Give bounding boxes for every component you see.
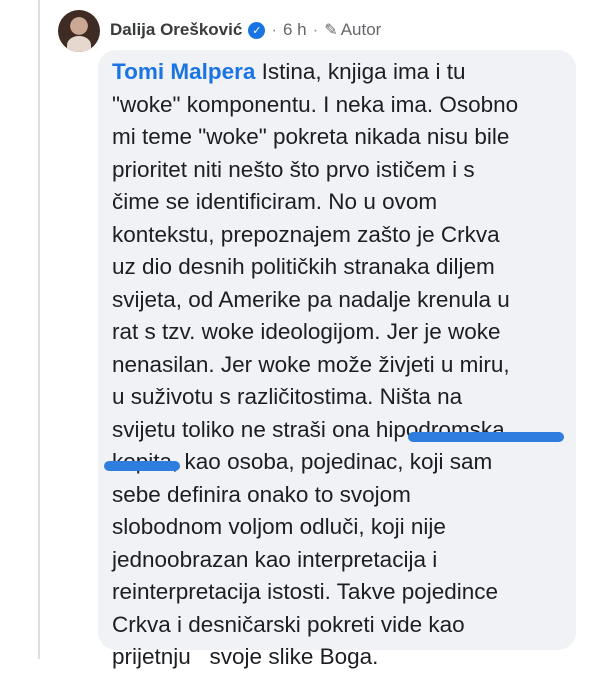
- comment-line: Tomi Malpera Istina, knjiga ima i tu: [112, 56, 570, 89]
- comment-line: svijeta, od Amerike pa nadalje krenula u: [112, 286, 510, 312]
- separator: ·: [271, 20, 277, 39]
- comment-line: mi teme "woke" pokreta nikada nisu bile: [112, 124, 510, 149]
- comment-line: reinterpretacija istosti. Takve pojedinc…: [112, 579, 499, 604]
- comment-card: Dalija Orešković ✓ · 6 h · ✎ Autor Tomi …: [0, 0, 590, 669]
- author-badge-label: Autor: [340, 20, 382, 39]
- mention-link[interactable]: Tomi Malpera: [112, 59, 255, 84]
- thread-line: [38, 0, 40, 659]
- comment-line: prioritet niti nešto što prvo ističem i …: [112, 156, 475, 182]
- comment-line: jednoobrazan kao interpretacija i: [112, 546, 438, 572]
- author-name[interactable]: Dalija Orešković: [110, 20, 242, 40]
- comment-line: kopita, kao osoba, pojedinac, koji sam: [112, 449, 493, 474]
- comment-header: Dalija Orešković ✓ · 6 h · ✎ Autor: [110, 18, 381, 42]
- separator: ·: [312, 20, 319, 39]
- comment-line-text: Istina, knjiga ima i tu: [255, 59, 466, 84]
- author-badge: ✎ Autor: [324, 20, 381, 40]
- verified-check-icon: ✓: [248, 21, 266, 39]
- comment-line: prijetnju svoje slike Boga.: [112, 644, 379, 669]
- comment-line: u suživotu s različitostima. Ništa na: [112, 384, 463, 409]
- comment-line: uz dio desnih političkih stranaka diljem: [112, 254, 495, 279]
- comment-line: sebe definira onako to svojom: [112, 481, 411, 507]
- comment-text: Tomi Malpera Istina, knjiga ima i tu "wo…: [112, 56, 570, 674]
- avatar[interactable]: [58, 10, 100, 52]
- comment-line: slobodnom voljom odluči, koji nije: [112, 514, 446, 539]
- comment-line: kontekstu, prepoznajem zašto je Crkva: [112, 221, 500, 247]
- comment-line: čime se identificiram. No u ovom: [112, 189, 438, 214]
- pencil-icon: ✎: [324, 22, 338, 39]
- timestamp[interactable]: 6 h: [283, 20, 307, 40]
- highlight-mark: [104, 461, 180, 471]
- highlight-mark: [408, 432, 564, 442]
- comment-line: nenasilan. Jer woke može živjeti u miru,: [112, 351, 510, 377]
- comment-line: "woke" komponentu. I neka ima. Osobno: [112, 91, 519, 117]
- comment-line: Crkva i desničarski pokreti vide kao: [112, 611, 465, 637]
- comment-line: rat s tzv. woke ideologijom. Jer je woke: [112, 319, 501, 344]
